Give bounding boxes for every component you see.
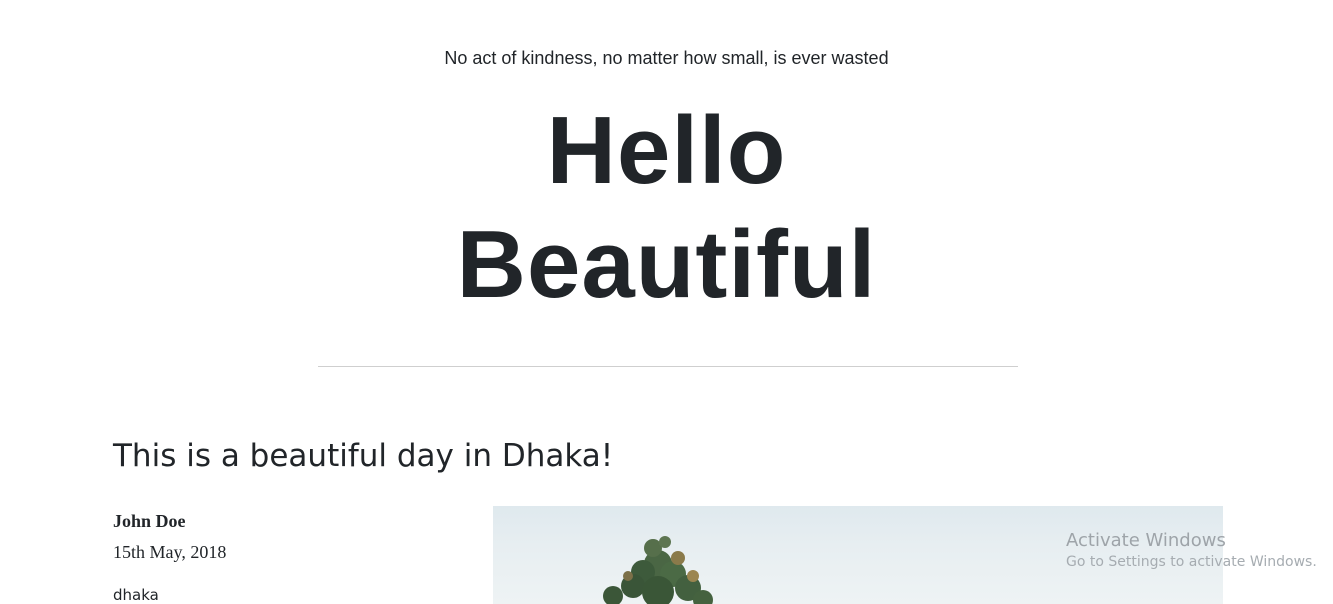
section-divider — [318, 366, 1018, 367]
windows-activation-watermark: Activate Windows Go to Settings to activ… — [1066, 530, 1317, 570]
post-author: John Doe — [113, 511, 186, 531]
hero-title: Hello Beautiful — [0, 94, 1333, 322]
watermark-subtitle: Go to Settings to activate Windows. — [1066, 554, 1317, 570]
post-location: dhaka — [113, 586, 159, 604]
hero-title-line-2: Beautiful — [456, 211, 877, 318]
watermark-title: Activate Windows — [1066, 530, 1226, 551]
post-date: 15th May, 2018 — [113, 542, 227, 562]
post-title[interactable]: This is a beautiful day in Dhaka! — [113, 438, 613, 474]
hero-title-line-1: Hello — [546, 97, 787, 204]
hero-tagline: No act of kindness, no matter how small,… — [444, 48, 889, 68]
